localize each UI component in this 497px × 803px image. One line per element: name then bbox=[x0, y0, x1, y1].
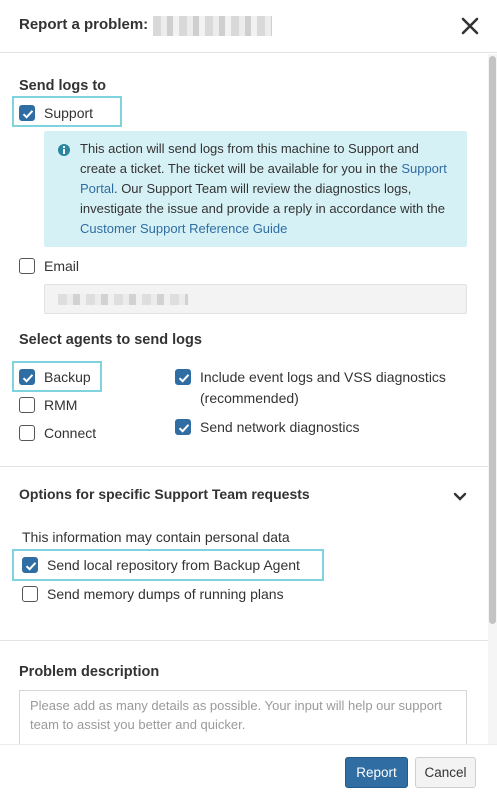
email-label: Email bbox=[44, 258, 80, 274]
rmm-label: RMM bbox=[44, 397, 78, 413]
info-text: This action will send logs from this mac… bbox=[80, 139, 458, 239]
cancel-button[interactable]: Cancel bbox=[415, 757, 476, 788]
connect-checkbox[interactable] bbox=[19, 425, 35, 441]
backup-label: Backup bbox=[44, 369, 91, 385]
local-repo-label: Send local repository from Backup Agent bbox=[47, 557, 300, 573]
memory-dumps-checkbox[interactable] bbox=[22, 586, 38, 602]
info-icon bbox=[58, 144, 70, 156]
event-logs-recommended: (recommended) bbox=[200, 390, 299, 406]
support-guide-link[interactable]: Customer Support Reference Guide bbox=[80, 221, 287, 236]
divider bbox=[0, 466, 488, 467]
report-problem-dialog: Report a problem: Send logs to Support T… bbox=[0, 0, 497, 803]
report-button[interactable]: Report bbox=[345, 757, 408, 788]
dialog-header: Report a problem: bbox=[0, 0, 497, 53]
network-diagnostics-checkbox[interactable] bbox=[175, 419, 191, 435]
support-checkbox[interactable] bbox=[19, 105, 35, 121]
backup-checkbox[interactable] bbox=[19, 369, 35, 385]
event-logs-label: Include event logs and VSS diagnostics bbox=[200, 369, 446, 385]
problem-description-title: Problem description bbox=[19, 664, 160, 680]
personal-data-note: This information may contain personal da… bbox=[22, 529, 290, 545]
info-text-part-1: This action will send logs from this mac… bbox=[80, 141, 419, 176]
scrollbar-thumb[interactable] bbox=[489, 56, 496, 624]
options-title[interactable]: Options for specific Support Team reques… bbox=[19, 486, 310, 502]
connect-label: Connect bbox=[44, 425, 97, 441]
redacted-email-value bbox=[58, 294, 188, 305]
support-label: Support bbox=[44, 105, 94, 121]
redacted-machine-name bbox=[153, 16, 272, 36]
rmm-checkbox[interactable] bbox=[19, 397, 35, 413]
dialog-title: Report a problem: bbox=[19, 16, 149, 33]
network-diagnostics-label: Send network diagnostics bbox=[200, 419, 360, 435]
email-checkbox[interactable] bbox=[19, 258, 35, 274]
event-logs-checkbox[interactable] bbox=[175, 369, 191, 385]
info-text-part-2: . Our Support Team will review the diagn… bbox=[80, 181, 445, 216]
select-agents-title: Select agents to send logs bbox=[19, 332, 202, 348]
problem-description-input[interactable]: Please add as many details as possible. … bbox=[19, 690, 467, 744]
divider bbox=[0, 640, 488, 641]
send-logs-title: Send logs to bbox=[19, 78, 106, 94]
chevron-down-icon[interactable] bbox=[453, 489, 467, 501]
close-icon[interactable] bbox=[459, 15, 481, 37]
local-repo-checkbox[interactable] bbox=[22, 557, 38, 573]
memory-dumps-label: Send memory dumps of running plans bbox=[47, 586, 284, 602]
